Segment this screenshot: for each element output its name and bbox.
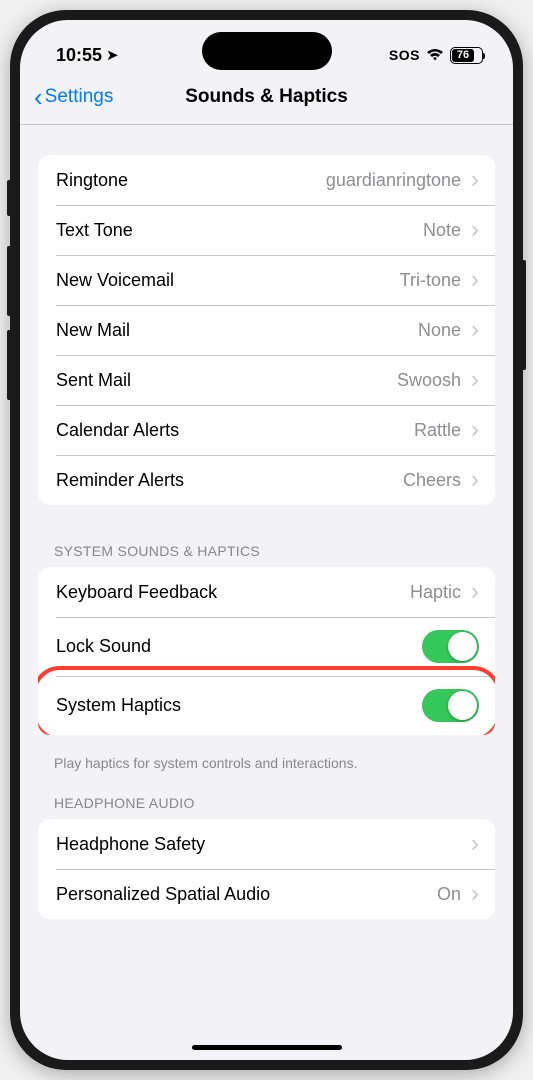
chevron-right-icon: › — [471, 580, 479, 604]
row-text-tone[interactable]: Text ToneNote› — [38, 205, 495, 255]
silent-switch[interactable] — [7, 180, 11, 216]
chevron-right-icon: › — [471, 882, 479, 906]
row-lock-sound: Lock Sound — [38, 617, 495, 676]
power-button[interactable] — [522, 260, 526, 370]
location-arrow-icon: ➤ — [106, 46, 119, 64]
screen: 10:55 ➤ SOS 76 ‹ Settings Sounds & Hapti… — [20, 20, 513, 1060]
row-ringtone[interactable]: Ringtoneguardianringtone› — [38, 155, 495, 205]
back-label: Settings — [45, 86, 114, 108]
chevron-right-icon: › — [471, 218, 479, 242]
content-scroll[interactable]: Ringtoneguardianringtone› Text ToneNote›… — [20, 125, 513, 1045]
headphone-audio-section: Headphone Safety› Personalized Spatial A… — [38, 819, 495, 919]
chevron-right-icon: › — [471, 832, 479, 856]
row-new-mail[interactable]: New MailNone› — [38, 305, 495, 355]
chevron-right-icon: › — [471, 318, 479, 342]
row-headphone-safety[interactable]: Headphone Safety› — [38, 819, 495, 869]
nav-bar: ‹ Settings Sounds & Haptics — [20, 74, 513, 125]
chevron-right-icon: › — [471, 418, 479, 442]
phone-frame: 10:55 ➤ SOS 76 ‹ Settings Sounds & Hapti… — [10, 10, 523, 1070]
row-spatial-audio[interactable]: Personalized Spatial AudioOn› — [38, 869, 495, 919]
system-haptics-toggle[interactable] — [422, 689, 479, 722]
chevron-right-icon: › — [471, 268, 479, 292]
sos-indicator: SOS — [389, 47, 420, 63]
row-keyboard-feedback[interactable]: Keyboard FeedbackHaptic› — [38, 567, 495, 617]
volume-up-button[interactable] — [7, 246, 11, 316]
row-system-haptics: System Haptics — [38, 676, 495, 735]
row-reminder-alerts[interactable]: Reminder AlertsCheers› — [38, 455, 495, 505]
chevron-right-icon: › — [471, 368, 479, 392]
wifi-icon — [426, 48, 444, 62]
page-title: Sounds & Haptics — [185, 86, 348, 108]
lock-sound-toggle[interactable] — [422, 630, 479, 663]
headphone-audio-header: Headphone Audio — [20, 771, 513, 819]
status-time: 10:55 — [56, 45, 102, 66]
system-haptics-footer: Play haptics for system controls and int… — [20, 749, 513, 771]
system-sounds-section: Keyboard FeedbackHaptic› Lock Sound Syst… — [38, 567, 495, 735]
volume-down-button[interactable] — [7, 330, 11, 400]
dynamic-island — [202, 32, 332, 70]
row-sent-mail[interactable]: Sent MailSwoosh› — [38, 355, 495, 405]
back-button[interactable]: ‹ Settings — [34, 84, 113, 110]
chevron-left-icon: ‹ — [34, 84, 43, 110]
battery-icon: 76 — [450, 47, 483, 64]
chevron-right-icon: › — [471, 468, 479, 492]
sounds-section: Ringtoneguardianringtone› Text ToneNote›… — [38, 155, 495, 505]
row-new-voicemail[interactable]: New VoicemailTri-tone› — [38, 255, 495, 305]
home-indicator[interactable] — [192, 1045, 342, 1050]
chevron-right-icon: › — [471, 168, 479, 192]
system-sounds-header: System Sounds & Haptics — [20, 519, 513, 567]
row-calendar-alerts[interactable]: Calendar AlertsRattle› — [38, 405, 495, 455]
